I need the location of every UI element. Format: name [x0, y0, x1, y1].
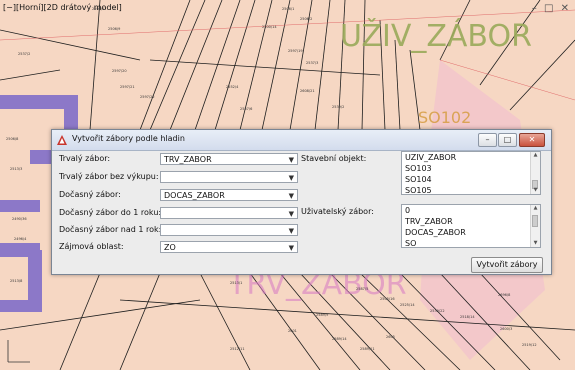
- scrollbar[interactable]: ▲ ▼: [530, 152, 540, 194]
- combo-zajmova-oblast[interactable]: ZO ▼: [160, 241, 298, 253]
- parcel-number: 2589/11: [360, 347, 375, 351]
- field-label-trvaly-zabor-bez-vykupu: Trvalý zábor bez výkupu:: [59, 172, 159, 181]
- chevron-down-icon: ▼: [288, 244, 294, 252]
- viewport-label[interactable]: [−][Horní][2D drátový model]: [3, 3, 122, 12]
- map-text-so: SO102: [418, 108, 471, 127]
- field-label-docasny-zabor-nad-1-rok: Dočasný zábor nad 1 rok:: [59, 225, 162, 234]
- parcel-number: 2589/14: [332, 337, 347, 341]
- list-item[interactable]: SO105: [402, 185, 540, 194]
- parcel-number: 2500/14: [262, 25, 277, 29]
- parcel-number: 2597/21: [120, 85, 135, 89]
- parcel-number: 2589/9: [316, 313, 328, 317]
- label-stavebni-objekt: Stavební objekt:: [301, 154, 367, 163]
- scroll-up-icon[interactable]: ▲: [531, 205, 540, 212]
- parcel-number: 2605: [386, 335, 395, 339]
- list-item[interactable]: 0: [402, 205, 540, 216]
- combo-value: ZO: [164, 243, 176, 252]
- parcel-number: 2519/12: [522, 343, 537, 347]
- scrollbar-thumb[interactable]: [532, 215, 538, 227]
- label-uzivatelsky-zabor: Uživatelský zábor:: [301, 207, 374, 216]
- combo-docasny-zabor-nad-1-rok[interactable]: ▼: [160, 224, 298, 236]
- scroll-down-icon[interactable]: ▼: [531, 187, 540, 194]
- parcel-number: 2539/22: [430, 309, 445, 313]
- map-text-uziv-zabor: UŽIV_ZÁBOR: [340, 18, 532, 54]
- parcel-number: 2513/8: [10, 279, 22, 283]
- parcel-number: 2597/19: [288, 49, 303, 53]
- field-label-zajmova-oblast: Zájmová oblast:: [59, 242, 124, 251]
- dialog-titlebar[interactable]: Vytvořit zábory podle hladin – □ ✕: [52, 130, 551, 151]
- close-viewport-icon[interactable]: ✕: [561, 3, 569, 14]
- field-label-trvaly-zabor: Trvalý zábor:: [59, 154, 111, 163]
- parcel-number: 2506/2: [300, 17, 312, 21]
- list-item[interactable]: SO: [402, 238, 540, 247]
- scroll-down-icon[interactable]: ▼: [531, 240, 540, 247]
- list-item[interactable]: SO103: [402, 163, 540, 174]
- parcel-number: 2505/16: [380, 297, 395, 301]
- list-item[interactable]: SO104: [402, 174, 540, 185]
- parcel-number: 2518/14: [460, 315, 475, 319]
- parcel-number: 2552/4: [226, 85, 239, 89]
- parcel-number: 2525/14: [400, 303, 415, 307]
- combo-trvaly-zabor[interactable]: TRV_ZABOR ▼: [160, 153, 298, 165]
- maximize-button[interactable]: □: [498, 133, 517, 147]
- parcel-number: 2557/6: [240, 107, 252, 111]
- parcel-number: 2601: [288, 329, 297, 333]
- vytvorit-zabory-button[interactable]: Vytvořit zábory: [471, 257, 543, 273]
- minimize-button[interactable]: –: [478, 133, 497, 147]
- combo-trvaly-zabor-bez-vykupu[interactable]: ▼: [160, 171, 298, 183]
- combo-value: TRV_ZABOR: [164, 155, 212, 164]
- list-stavebni-objekt[interactable]: UZIV_ZABOR SO103 SO104 SO105 ▲ ▼: [401, 151, 541, 195]
- field-label-docasny-zabor: Dočasný zábor:: [59, 190, 121, 199]
- list-uzivatelsky-zabor[interactable]: 0 TRV_ZABOR DOCAS_ZABOR SO ▲ ▼: [401, 204, 541, 248]
- scroll-up-icon[interactable]: ▲: [531, 152, 540, 159]
- parcel-number: 2600/3: [500, 327, 512, 331]
- list-item[interactable]: DOCAS_ZABOR: [402, 227, 540, 238]
- dialog-window: Vytvořit zábory podle hladin – □ ✕ Trval…: [51, 129, 552, 275]
- parcel-number: 2506/1: [282, 7, 294, 11]
- close-button[interactable]: ✕: [519, 133, 545, 147]
- parcel-number: 2506/8: [6, 137, 18, 141]
- parcel-number: 2539/2: [332, 105, 344, 109]
- combo-docasny-zabor[interactable]: DOCAS_ZABOR ▼: [160, 189, 298, 201]
- list-item[interactable]: TRV_ZABOR: [402, 216, 540, 227]
- chevron-down-icon: ▼: [288, 192, 294, 200]
- restore-viewport-icon[interactable]: □: [544, 3, 553, 14]
- viewport-controls[interactable]: – □ ✕: [528, 3, 569, 14]
- parcel-number: 2537/2: [18, 52, 30, 56]
- parcel-number: 2587/5: [356, 287, 368, 291]
- chevron-down-icon: ▼: [288, 227, 294, 235]
- parcel-number: 2496/4: [14, 237, 27, 241]
- parcel-number: 2513/1: [230, 281, 242, 285]
- parcel-number: 2490/36: [12, 217, 27, 221]
- parcel-number: 2696/8: [498, 293, 510, 297]
- chevron-down-icon: ▼: [288, 156, 294, 164]
- dialog-title: Vytvořit zábory podle hladin: [72, 134, 185, 143]
- autocad-logo-icon: [57, 135, 67, 145]
- field-label-docasny-zabor-do-1-roku: Dočasný zábor do 1 roku:: [59, 208, 162, 217]
- chevron-down-icon: ▼: [288, 210, 294, 218]
- parcel-number: 2597/22: [140, 95, 155, 99]
- scrollbar[interactable]: ▲ ▼: [530, 205, 540, 247]
- parcel-number: 2513/3: [10, 167, 22, 171]
- parcel-number: 2537/3: [306, 61, 318, 65]
- combo-value: DOCAS_ZABOR: [164, 191, 225, 200]
- parcel-number: 2506/9: [108, 27, 120, 31]
- chevron-down-icon: ▼: [288, 174, 294, 182]
- parcel-number: 2608/21: [300, 89, 315, 93]
- list-item[interactable]: UZIV_ZABOR: [402, 152, 540, 163]
- parcel-number: 2597/20: [112, 69, 127, 73]
- parcel-number: 2512/11: [230, 347, 245, 351]
- combo-docasny-zabor-do-1-roku[interactable]: ▼: [160, 207, 298, 219]
- minimize-viewport-icon[interactable]: –: [532, 3, 537, 14]
